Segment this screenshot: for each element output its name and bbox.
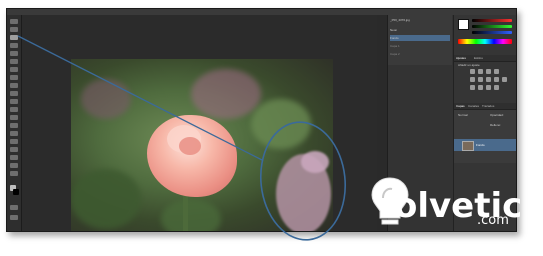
background-bokeh bbox=[191, 69, 261, 119]
posterize-icon[interactable] bbox=[478, 85, 483, 90]
document-area bbox=[22, 15, 377, 231]
marquee-tool-icon[interactable] bbox=[10, 27, 18, 32]
background-color-icon[interactable] bbox=[13, 189, 19, 195]
mini-layer-row[interactable]: Fondo bbox=[390, 35, 450, 41]
pen-tool-icon[interactable] bbox=[10, 131, 18, 136]
mini-layer-label: Capa 2 bbox=[390, 52, 400, 56]
opacity-label: Opacidad: bbox=[490, 113, 504, 117]
move-tool-icon[interactable] bbox=[10, 19, 18, 24]
color-balance-icon[interactable] bbox=[486, 77, 491, 82]
blur-tool-icon[interactable] bbox=[10, 115, 18, 120]
stamp-tool-icon[interactable] bbox=[10, 83, 18, 88]
quick-mask-icon[interactable] bbox=[10, 205, 18, 210]
red-slider[interactable] bbox=[472, 19, 512, 22]
color-ramp[interactable] bbox=[458, 39, 512, 44]
mini-layer-row[interactable]: Capa 1 bbox=[390, 43, 450, 49]
lasso-tool-icon[interactable] bbox=[10, 35, 18, 40]
hue-saturation-icon[interactable] bbox=[478, 77, 483, 82]
tab-paths[interactable]: Trazados bbox=[482, 103, 494, 109]
image-canvas[interactable] bbox=[71, 59, 333, 231]
black-white-icon[interactable] bbox=[494, 77, 499, 82]
history-brush-icon[interactable] bbox=[10, 91, 18, 96]
levels-icon[interactable] bbox=[478, 69, 483, 74]
file-name: _PRI_4376.jpg bbox=[390, 18, 410, 22]
solvetic-watermark: olvetic .com bbox=[370, 174, 540, 234]
layers-tabs: Capas Canales Trazados bbox=[454, 103, 516, 110]
file-name-row: _PRI_4376.jpg bbox=[390, 17, 450, 23]
mini-layer-row[interactable]: Capa 2 bbox=[390, 51, 450, 57]
layers-panel: Capas Canales Trazados Normal Opacidad: … bbox=[454, 103, 516, 163]
background-bokeh bbox=[251, 99, 311, 149]
tab-channels[interactable]: Canales bbox=[468, 103, 479, 109]
exposure-icon[interactable] bbox=[494, 69, 499, 74]
mini-layer-label: Capa 1 bbox=[390, 44, 400, 48]
mini-layer-label: Fondo bbox=[390, 36, 399, 40]
shape-tool-icon[interactable] bbox=[10, 155, 18, 160]
rose-center bbox=[179, 137, 201, 155]
screen-mode-icon[interactable] bbox=[10, 215, 18, 220]
threshold-icon[interactable] bbox=[486, 85, 491, 90]
dodge-tool-icon[interactable] bbox=[10, 123, 18, 128]
blend-mode-select[interactable]: Normal bbox=[458, 113, 468, 117]
adjustments-grid bbox=[470, 67, 516, 93]
background-bokeh bbox=[81, 79, 131, 119]
adjustments-tabs: Ajustes Estilos bbox=[454, 55, 516, 62]
tab-layers[interactable]: Capas bbox=[456, 103, 465, 109]
brush-tool-icon[interactable] bbox=[10, 75, 18, 80]
gradient-map-icon[interactable] bbox=[494, 85, 499, 90]
watermark-domain: .com bbox=[477, 213, 509, 228]
photo-filter-icon[interactable] bbox=[502, 77, 507, 82]
dried-flower-petal bbox=[301, 151, 329, 173]
invert-icon[interactable] bbox=[470, 85, 475, 90]
layer-name: Fondo bbox=[476, 143, 485, 147]
layer-thumbnail bbox=[462, 141, 474, 151]
green-slider[interactable] bbox=[472, 25, 512, 28]
mini-layer-label: Neon bbox=[390, 28, 398, 32]
fill-label: Relleno: bbox=[490, 123, 502, 127]
vibrance-icon[interactable] bbox=[470, 77, 475, 82]
mini-layers-panel: _PRI_4376.jpg Neon Fondo Capa 1 Capa 2 bbox=[388, 15, 452, 65]
tools-panel bbox=[7, 15, 22, 231]
blue-slider[interactable] bbox=[472, 31, 512, 34]
quick-select-tool-icon[interactable] bbox=[10, 43, 18, 48]
hand-tool-icon[interactable] bbox=[10, 163, 18, 168]
brightness-icon[interactable] bbox=[470, 69, 475, 74]
curves-icon[interactable] bbox=[486, 69, 491, 74]
crop-tool-icon[interactable] bbox=[10, 51, 18, 56]
background-leaves bbox=[71, 169, 141, 229]
zoom-tool-icon[interactable] bbox=[10, 171, 18, 176]
tab-adjustments[interactable]: Ajustes bbox=[456, 55, 466, 61]
eraser-tool-icon[interactable] bbox=[10, 99, 18, 104]
mini-layer-row[interactable]: Neon bbox=[390, 27, 450, 33]
background-leaves bbox=[161, 199, 221, 231]
type-tool-icon[interactable] bbox=[10, 139, 18, 144]
color-swatch[interactable] bbox=[458, 19, 469, 30]
eyedropper-tool-icon[interactable] bbox=[10, 59, 18, 64]
path-select-tool-icon[interactable] bbox=[10, 147, 18, 152]
gradient-tool-icon[interactable] bbox=[10, 107, 18, 112]
healing-tool-icon[interactable] bbox=[10, 67, 18, 72]
tab-styles[interactable]: Estilos bbox=[474, 55, 483, 61]
